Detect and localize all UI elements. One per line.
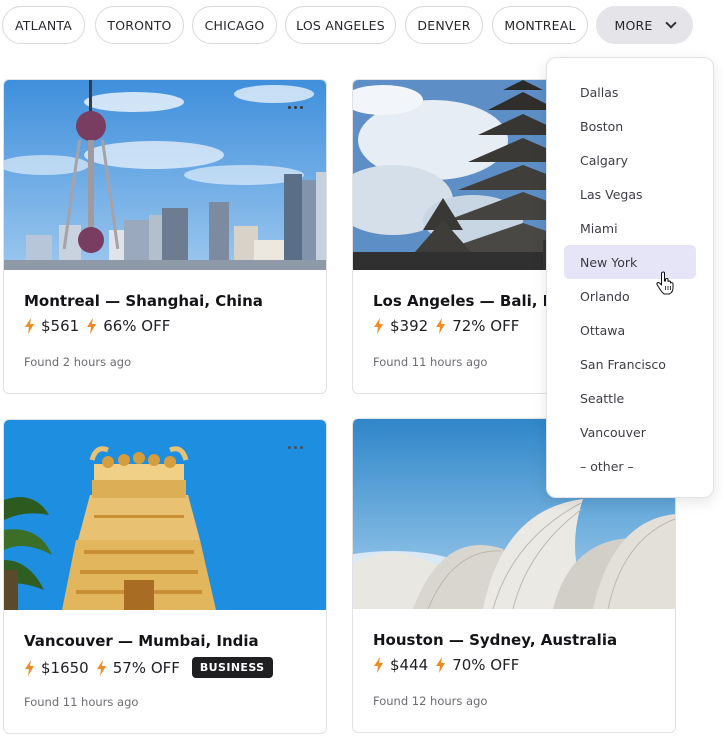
route-title: Vancouver — Mumbai, India — [24, 632, 259, 650]
discount: 72% OFF — [452, 317, 520, 335]
dropdown-item-calgary[interactable]: Calgary — [564, 143, 696, 177]
dropdown-item-san-francisco[interactable]: San Francisco — [564, 347, 696, 381]
chip-toronto[interactable]: TORONTO — [95, 6, 184, 44]
dropdown-item-miami[interactable]: Miami — [564, 211, 696, 245]
price-row: $392 72% OFF — [373, 317, 519, 335]
hand-pointer-icon — [656, 271, 674, 295]
discount: 66% OFF — [103, 317, 171, 335]
chip-montreal[interactable]: MONTREAL — [492, 6, 588, 44]
dropdown-item-seattle[interactable]: Seattle — [564, 381, 696, 415]
price: $392 — [390, 317, 429, 335]
deal-card[interactable]: Vancouver — Mumbai, India $1650 57% OFF … — [3, 419, 327, 734]
dropdown-item-orlando[interactable]: Orlando — [564, 279, 696, 313]
more-label: MORE — [614, 17, 653, 33]
route-title: Houston — Sydney, Australia — [373, 631, 618, 649]
business-badge: BUSINESS — [191, 657, 273, 678]
destination-photo — [4, 80, 326, 270]
found-time: Found 12 hours ago — [373, 694, 488, 708]
discount: 70% OFF — [452, 656, 520, 674]
bolt-icon — [96, 659, 106, 676]
bolt-icon — [87, 318, 97, 334]
destination-photo — [4, 420, 326, 610]
discount: 57% OFF — [112, 658, 180, 677]
chip-label: LOS ANGELES — [296, 17, 385, 33]
chip-label: ATLANTA — [15, 17, 72, 33]
dropdown-item-ottawa[interactable]: Ottawa — [564, 313, 696, 347]
chip-label: CHICAGO — [204, 17, 265, 33]
chip-atlanta[interactable]: ATLANTA — [2, 6, 85, 44]
dropdown-item-las-vegas[interactable]: Las Vegas — [564, 177, 696, 211]
found-time: Found 11 hours ago — [373, 355, 488, 369]
found-time: Found 11 hours ago — [24, 695, 139, 709]
bolt-icon — [25, 318, 34, 334]
dropdown-item-vancouver[interactable]: Vancouver — [564, 415, 696, 449]
bolt-icon — [25, 659, 34, 676]
price-row: $444 70% OFF — [373, 656, 519, 674]
price: $1650 — [41, 658, 89, 677]
deal-card[interactable]: Montreal — Shanghai, China $561 66% OFF … — [3, 79, 327, 394]
route-title: Montreal — Shanghai, China — [24, 292, 263, 310]
bolt-icon — [374, 318, 383, 334]
more-cities-button[interactable]: MORE — [596, 6, 693, 44]
dropdown-item-dallas[interactable]: Dallas — [564, 75, 696, 109]
card-more-icon[interactable] — [286, 444, 306, 452]
chip-chicago[interactable]: CHICAGO — [192, 6, 277, 44]
found-time: Found 2 hours ago — [24, 355, 132, 369]
price-row: $1650 57% OFF BUSINESS — [24, 657, 273, 678]
chip-label: DENVER — [417, 17, 471, 33]
price: $561 — [41, 317, 80, 335]
card-more-icon[interactable] — [286, 104, 306, 112]
chip-label: TORONTO — [107, 17, 172, 33]
more-cities-dropdown: Dallas Boston Calgary Las Vegas Miami Ne… — [546, 57, 714, 498]
bolt-icon — [436, 318, 446, 334]
chip-denver[interactable]: DENVER — [405, 6, 483, 44]
chevron-down-icon — [664, 17, 677, 29]
bolt-icon — [374, 657, 383, 673]
dropdown-item-boston[interactable]: Boston — [564, 109, 696, 143]
bolt-icon — [436, 657, 446, 673]
price: $444 — [390, 656, 429, 674]
dropdown-item-other[interactable]: – other – — [564, 449, 696, 483]
price-row: $561 66% OFF — [24, 317, 170, 335]
chip-label: MONTREAL — [504, 17, 576, 33]
chip-los-angeles[interactable]: LOS ANGELES — [285, 6, 396, 44]
dropdown-item-new-york[interactable]: New York — [564, 245, 696, 279]
city-filter-bar: ATLANTA TORONTO CHICAGO LOS ANGELES DENV… — [0, 6, 723, 44]
